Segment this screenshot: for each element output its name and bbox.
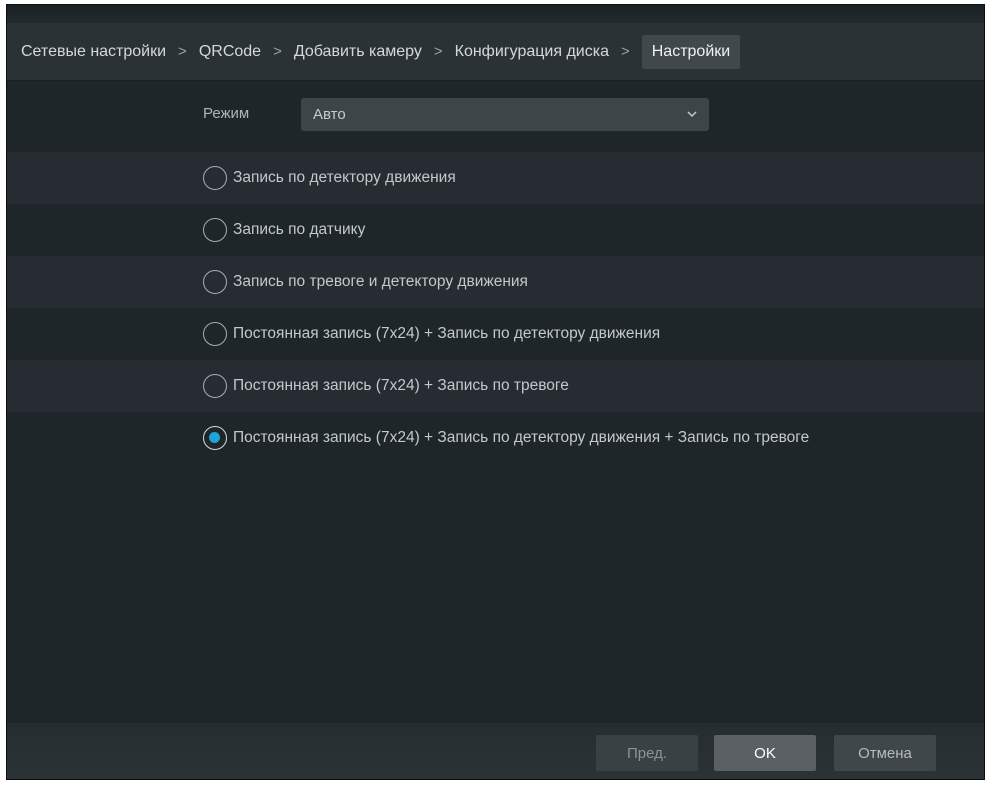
breadcrumb-separator: > — [433, 43, 443, 60]
option-continuous-motion-alarm[interactable]: Постоянная запись (7x24) + Запись по дет… — [7, 412, 984, 464]
option-label: Постоянная запись (7x24) + Запись по дет… — [233, 429, 810, 446]
breadcrumb-network-settings[interactable]: Сетевые настройки — [21, 43, 166, 61]
footer-bar: Пред. OK Отмена — [7, 723, 984, 779]
setup-wizard-window: Сетевые настройки > QRCode > Добавить ка… — [6, 4, 985, 780]
cancel-button[interactable]: Отмена — [834, 735, 936, 771]
breadcrumb-add-camera[interactable]: Добавить камеру — [294, 43, 422, 61]
option-label: Запись по датчику — [233, 221, 366, 238]
breadcrumb-qrcode[interactable]: QRCode — [199, 43, 261, 61]
mode-row: Режим Авто — [7, 93, 984, 137]
breadcrumb: Сетевые настройки > QRCode > Добавить ка… — [7, 23, 984, 81]
option-label: Постоянная запись (7x24) + Запись по дет… — [233, 325, 661, 342]
chevron-down-icon — [687, 111, 697, 118]
ok-button[interactable]: OK — [714, 735, 816, 771]
option-label: Запись по детектору движения — [233, 169, 456, 186]
breadcrumb-separator: > — [620, 43, 630, 60]
radio-button[interactable] — [203, 270, 227, 294]
title-bar — [7, 5, 984, 23]
option-continuous-alarm[interactable]: Постоянная запись (7x24) + Запись по тре… — [7, 360, 984, 412]
mode-select[interactable]: Авто — [301, 98, 709, 131]
radio-button[interactable] — [203, 374, 227, 398]
option-motion-detection[interactable]: Запись по детектору движения — [7, 152, 984, 204]
radio-button[interactable] — [203, 322, 227, 346]
option-continuous-motion[interactable]: Постоянная запись (7x24) + Запись по дет… — [7, 308, 984, 360]
radio-button[interactable] — [203, 218, 227, 242]
option-alarm-and-motion[interactable]: Запись по тревоге и детектору движения — [7, 256, 984, 308]
breadcrumb-disk-config[interactable]: Конфигурация диска — [455, 43, 609, 61]
option-sensor[interactable]: Запись по датчику — [7, 204, 984, 256]
prev-button[interactable]: Пред. — [596, 735, 698, 771]
breadcrumb-settings[interactable]: Настройки — [641, 34, 741, 69]
radio-button-selected[interactable] — [203, 426, 227, 450]
mode-select-value: Авто — [313, 106, 346, 123]
breadcrumb-separator: > — [273, 43, 282, 60]
radio-button[interactable] — [203, 166, 227, 190]
breadcrumb-separator: > — [178, 43, 187, 60]
option-label: Постоянная запись (7x24) + Запись по тре… — [233, 377, 569, 394]
mode-label: Режим — [203, 105, 250, 122]
option-label: Запись по тревоге и детектору движения — [233, 273, 528, 290]
